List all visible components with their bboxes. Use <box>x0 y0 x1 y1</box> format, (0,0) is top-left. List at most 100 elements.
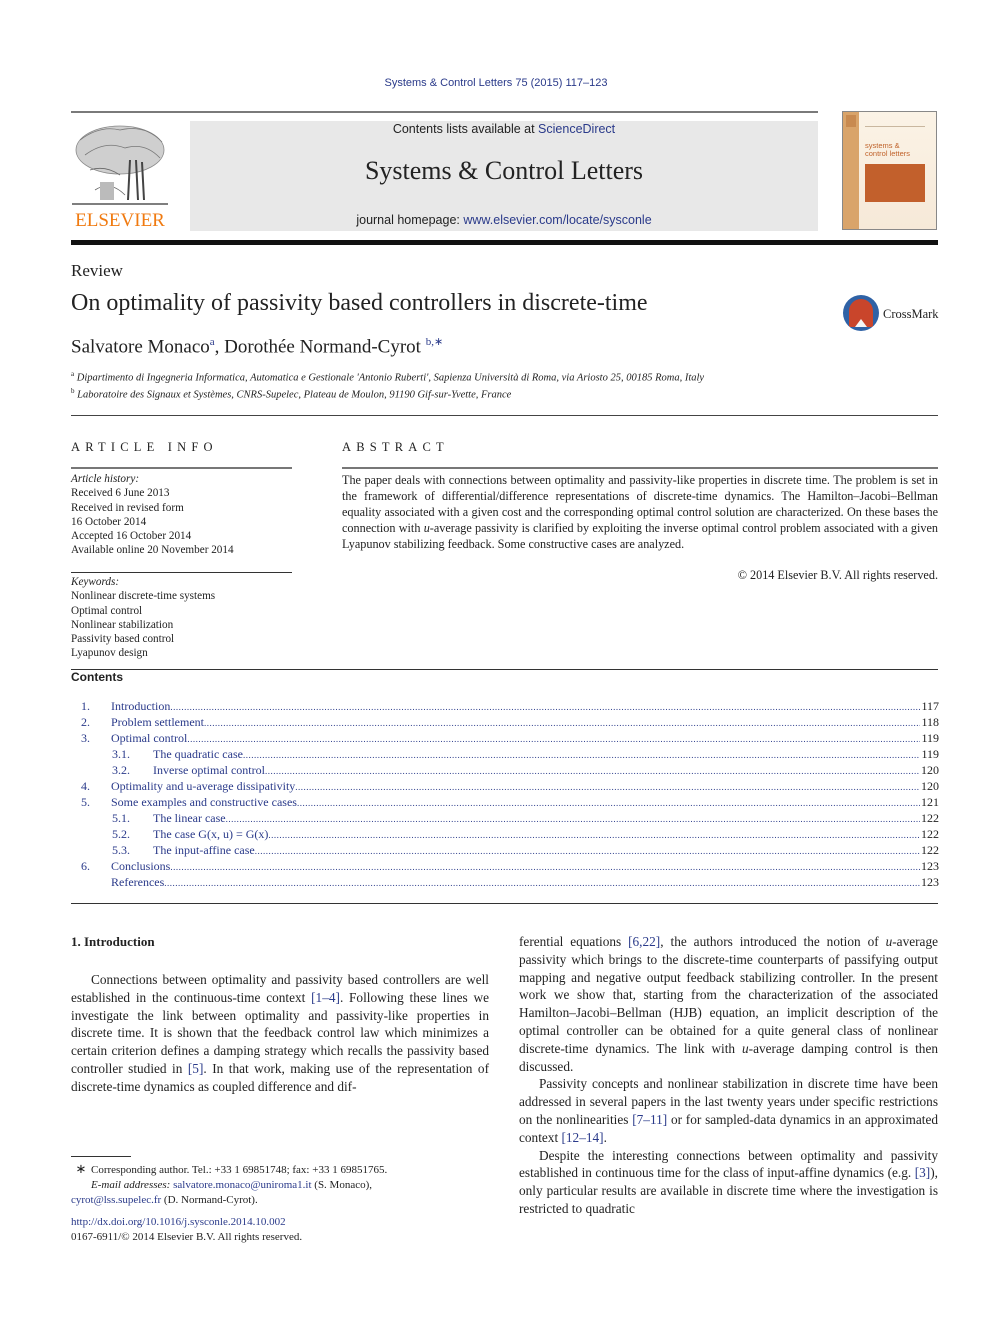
sciencedirect-link[interactable]: ScienceDirect <box>538 122 615 136</box>
journal-reference[interactable]: Systems & Control Letters 75 (2015) 117–… <box>0 77 992 89</box>
toc-leader-dots <box>164 875 920 891</box>
author-affil-link[interactable]: b,∗ <box>426 336 443 348</box>
article-type: Review <box>71 261 123 280</box>
toc-leader-dots <box>268 827 920 843</box>
contents-heading: Contents <box>71 670 123 684</box>
keyword: Passivity based control <box>71 633 175 646</box>
divider <box>71 903 938 904</box>
abstract-text: The paper deals with connections between… <box>342 473 938 551</box>
toc-number: 5.1. <box>112 811 130 825</box>
toc-leader-dots <box>243 747 920 763</box>
toc-leader-dots <box>295 779 920 795</box>
toc-title-link[interactable]: The linear case <box>153 810 226 826</box>
citation-link[interactable]: [12–14] <box>561 1130 603 1145</box>
toc-leader-dots <box>255 843 920 859</box>
citation-link[interactable]: [7–11] <box>632 1112 667 1127</box>
toc-entry[interactable]: 5.1. The linear case 122 <box>71 810 939 826</box>
toc-page-number: 118 <box>921 715 939 729</box>
citation-link[interactable]: [1–4] <box>311 990 340 1005</box>
paper-title: On optimality of passivity based control… <box>71 290 648 316</box>
toc-entry[interactable]: 6. Conclusions 123 <box>71 858 939 874</box>
toc-title-link[interactable]: The input-affine case <box>153 842 255 858</box>
cover-strip <box>843 112 859 229</box>
toc-title-link[interactable]: Problem settlement <box>111 714 204 730</box>
elsevier-wordmark: ELSEVIER <box>75 210 165 231</box>
toc-page-number: 123 <box>921 859 939 873</box>
elsevier-logo[interactable]: ELSEVIER <box>70 120 170 232</box>
paragraph: Despite the interesting connections betw… <box>519 1147 938 1216</box>
toc-entry[interactable]: 3.2. Inverse optimal control 120 <box>71 762 939 778</box>
doi-link[interactable]: http://dx.doi.org/10.1016/j.sysconle.201… <box>71 1216 286 1228</box>
journal-cover[interactable]: systems & control letters <box>842 111 937 230</box>
citation-link[interactable]: [6,22] <box>628 934 660 949</box>
toc-title-link[interactable]: Optimality and u-average dissipativity <box>111 778 295 794</box>
divider <box>71 669 938 670</box>
toc-title-link[interactable]: References <box>111 874 164 890</box>
divider <box>342 467 938 469</box>
homepage-prefix: journal homepage: <box>356 213 464 227</box>
toc-number: 4. <box>81 779 90 793</box>
citation-link[interactable]: [5] <box>188 1061 204 1076</box>
citation-link[interactable]: [3] <box>915 1165 931 1180</box>
author-separator: , <box>214 336 225 358</box>
toc-leader-dots <box>204 715 920 731</box>
history-item: Available online 20 November 2014 <box>71 544 234 557</box>
email-owner: (D. Normand-Cyrot). <box>161 1194 258 1206</box>
article-info-heading: ARTICLE INFO <box>71 440 218 454</box>
divider <box>71 111 818 113</box>
toc-entry[interactable]: 5.3. The input-affine case 122 <box>71 842 939 858</box>
divider <box>71 415 938 416</box>
toc-title-link[interactable]: The quadratic case <box>153 746 243 762</box>
tree-icon <box>72 125 168 205</box>
toc-title-link[interactable]: Introduction <box>111 698 170 714</box>
history-item: Received 6 June 2013 <box>71 487 170 500</box>
toc-page-number: 117 <box>921 699 939 713</box>
toc-title-link[interactable]: Conclusions <box>111 858 170 874</box>
toc-page-number: 123 <box>921 875 939 889</box>
toc-entry[interactable]: 2. Problem settlement 118 <box>71 714 939 730</box>
toc-entry[interactable]: 4. Optimality and u-average dissipativity… <box>71 778 939 794</box>
toc-entry[interactable]: 3. Optimal control 119 <box>71 730 939 746</box>
cover-title: systems & control letters <box>865 141 911 158</box>
abstract-copyright: © 2014 Elsevier B.V. All rights reserved… <box>737 568 938 582</box>
journal-homepage: journal homepage: www.elsevier.com/locat… <box>190 213 818 227</box>
toc-leader-dots <box>170 859 920 875</box>
toc-number: 2. <box>81 715 90 729</box>
paragraph: ferential equations [6,22], the authors … <box>519 934 939 1074</box>
affiliation: a Dipartimento di Ingegneria Informatica… <box>71 370 705 384</box>
table-of-contents: 1. Introduction 117 2. Problem settlement 118… <box>71 698 939 890</box>
history-item: Received in revised form <box>71 501 184 514</box>
corresponding-author: Corresponding author. Tel.: +33 1 698517… <box>91 1164 388 1176</box>
toc-entry[interactable]: 1. Introduction 117 <box>71 698 939 714</box>
toc-number: 5.3. <box>112 843 130 857</box>
history-item: Accepted 16 October 2014 <box>71 530 192 543</box>
toc-page-number: 122 <box>921 811 939 825</box>
email-link[interactable]: cyrot@lss.supelec.fr <box>71 1194 161 1206</box>
toc-number: 5.2. <box>112 827 130 841</box>
toc-page-number: 119 <box>921 747 939 761</box>
keyword: Optimal control <box>71 604 143 617</box>
contents-available: Contents lists available at ScienceDirec… <box>190 122 818 136</box>
issn-copyright: 0167-6911/© 2014 Elsevier B.V. All right… <box>71 1231 303 1243</box>
toc-entry[interactable]: References 123 <box>71 874 939 890</box>
toc-entry[interactable]: 5. Some examples and constructive cases 12… <box>71 794 939 810</box>
keyword: Nonlinear stabilization <box>71 618 174 631</box>
email-link[interactable]: salvatore.monaco@uniroma1.it <box>173 1179 311 1191</box>
keyword: Nonlinear discrete-time systems <box>71 590 216 603</box>
crossmark-button[interactable]: CrossMark <box>843 295 943 333</box>
toc-entry[interactable]: 5.2. The case G(x, u) = G(x) 122 <box>71 826 939 842</box>
toc-leader-dots <box>226 811 920 827</box>
author-name: Salvatore Monaco <box>71 336 210 358</box>
toc-title-link[interactable]: Inverse optimal control <box>153 762 265 778</box>
author-name: Dorothée Normand-Cyrot <box>224 336 421 358</box>
journal-title: Systems & Control Letters <box>364 156 644 185</box>
contents-prefix: Contents lists available at <box>392 122 539 136</box>
toc-page-number: 120 <box>921 763 939 777</box>
homepage-link[interactable]: www.elsevier.com/locate/sysconle <box>463 213 651 227</box>
toc-title-link[interactable]: The case G(x, u) = G(x) <box>153 826 268 842</box>
toc-entry[interactable]: 3.1. The quadratic case 119 <box>71 746 939 762</box>
affiliation: b Laboratoire des Signaux et Systèmes, C… <box>71 387 512 401</box>
toc-page-number: 119 <box>921 731 939 745</box>
toc-title-link[interactable]: Optimal control <box>111 730 187 746</box>
toc-title-link[interactable]: Some examples and constructive cases <box>111 794 297 810</box>
